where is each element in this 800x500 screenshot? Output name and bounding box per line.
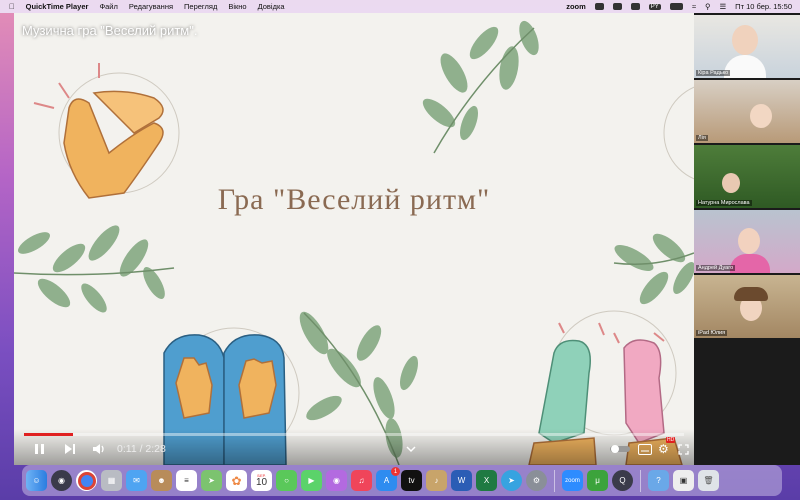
participant-face xyxy=(732,25,758,55)
apple-tv-icon[interactable]: tv xyxy=(401,470,422,491)
input-source[interactable]: PY xyxy=(648,3,661,10)
menu-help[interactable]: Довідка xyxy=(258,2,285,11)
finder-icon[interactable]: ☺ xyxy=(26,470,47,491)
preview-icon[interactable]: ▣ xyxy=(673,470,694,491)
podcasts-icon[interactable]: ◉ xyxy=(326,470,347,491)
menu-edit[interactable]: Редагування xyxy=(129,2,173,11)
participant-face xyxy=(738,228,760,254)
app-menu[interactable]: QuickTime Player xyxy=(26,2,89,11)
participant-name: Кіра Радько xyxy=(696,70,731,76)
menu-bar:  QuickTime Player Файл Редагування Пере… xyxy=(0,0,800,13)
pause-button[interactable] xyxy=(34,441,46,457)
guitar-icon[interactable]: ♪ xyxy=(426,470,447,491)
screen-icon[interactable] xyxy=(630,3,640,10)
participant-body xyxy=(724,55,766,78)
participant-tile[interactable]: Лія xyxy=(694,80,800,143)
settings-icon[interactable]: ⚙ HD xyxy=(658,437,676,457)
wifi-icon[interactable]: ≈ xyxy=(692,2,696,11)
app-store-badge: 1 xyxy=(391,467,400,476)
chevron-down-icon[interactable] xyxy=(406,441,416,457)
zoom-app-icon[interactable]: zoom xyxy=(562,470,583,491)
utorrent-icon[interactable]: μ xyxy=(587,470,608,491)
maps-icon[interactable]: ➤ xyxy=(201,470,222,491)
reminders-icon[interactable]: ≡ xyxy=(176,470,197,491)
dock-separator xyxy=(554,469,555,492)
participant-tile[interactable]: Кіра Радько xyxy=(694,15,800,78)
calendar-icon[interactable]: БЕР. 10 xyxy=(251,470,272,491)
next-icon[interactable] xyxy=(64,441,76,457)
control-center-icon[interactable]: ☰ xyxy=(719,2,726,11)
menu-file[interactable]: Файл xyxy=(99,2,117,11)
quicktime-icon[interactable]: Q xyxy=(612,470,633,491)
fullscreen-icon[interactable] xyxy=(678,441,689,457)
hd-badge: HD xyxy=(666,437,676,443)
volume-icon[interactable] xyxy=(92,441,106,457)
zoom-app-label: zoom xyxy=(565,477,580,484)
excel-icon[interactable]: X xyxy=(476,470,497,491)
dock-separator xyxy=(640,469,641,492)
participant-tile[interactable]: iPad Юлия xyxy=(694,275,800,338)
dock: ☺ ◉ ▦ ✉ ☻ ≡ ➤ ✿ БЕР. 10 ○ ▶ ◉ ♫ A1 tv ♪ … xyxy=(22,465,782,496)
participant-name: iPad Юлия xyxy=(696,330,728,336)
trash-icon[interactable]: 🗑 xyxy=(698,470,719,491)
siri-icon[interactable]: ◉ xyxy=(51,470,72,491)
time-display: 0:11 / 2:28 xyxy=(117,443,166,455)
skype-icon[interactable] xyxy=(612,3,622,10)
participant-name: Натурна Мирослава xyxy=(696,200,752,206)
menu-view[interactable]: Перегляд xyxy=(184,2,217,11)
slide-title: Гра "Веселий ритм" xyxy=(217,183,491,216)
search-icon[interactable]: ⚲ xyxy=(705,2,711,11)
messages-icon[interactable]: ○ xyxy=(276,470,297,491)
facetime-icon[interactable]: ▶ xyxy=(301,470,322,491)
slide-illustration xyxy=(14,20,694,465)
progress-bar[interactable] xyxy=(24,433,684,436)
help-icon[interactable]: ? xyxy=(648,470,669,491)
app-store-icon[interactable]: A1 xyxy=(376,467,400,491)
mail-icon[interactable]: ✉ xyxy=(126,470,147,491)
participant-face xyxy=(750,104,772,128)
participant-hair xyxy=(734,287,768,301)
launchpad-icon[interactable]: ▦ xyxy=(101,470,122,491)
participant-tile[interactable]: Андрей Дуаго xyxy=(694,210,800,273)
video-player[interactable]: Музична гра "Веселий ритм". Гра "Веселий… xyxy=(14,13,694,465)
autoplay-toggle[interactable] xyxy=(610,441,630,457)
calendar-day: 10 xyxy=(255,476,268,488)
datetime[interactable]: Пт 10 бер. 15:50 xyxy=(735,2,792,11)
photos-icon[interactable]: ✿ xyxy=(226,470,247,491)
video-controls: 0:11 / 2:28 ⚙ HD xyxy=(14,429,694,465)
participant-tile[interactable]: Натурна Мирослава xyxy=(694,145,800,208)
contacts-icon[interactable]: ☻ xyxy=(151,470,172,491)
battery-icon[interactable] xyxy=(669,3,683,10)
participant-name: Андрей Дуаго xyxy=(696,265,736,271)
video-overlay-title: Музична гра "Веселий ритм". xyxy=(22,23,198,38)
participants-panel: Кіра Радько Лія Натурна Мирослава Андрей… xyxy=(694,13,800,465)
participant-name: Лія xyxy=(696,135,708,141)
globe-icon[interactable] xyxy=(594,3,604,10)
zoom-status-item[interactable]: zoom xyxy=(566,2,586,11)
apple-menu-icon[interactable]:  xyxy=(9,2,15,11)
participant-body xyxy=(730,254,770,273)
menu-window[interactable]: Вікно xyxy=(228,2,246,11)
chrome-icon[interactable] xyxy=(76,470,97,491)
system-settings-icon[interactable]: ⚙ xyxy=(526,470,547,491)
participant-face xyxy=(722,173,740,193)
subtitles-icon[interactable] xyxy=(638,441,652,457)
music-icon[interactable]: ♫ xyxy=(351,470,372,491)
progress-fill xyxy=(24,433,73,436)
telegram-icon[interactable]: ➤ xyxy=(501,470,522,491)
word-icon[interactable]: W xyxy=(451,470,472,491)
